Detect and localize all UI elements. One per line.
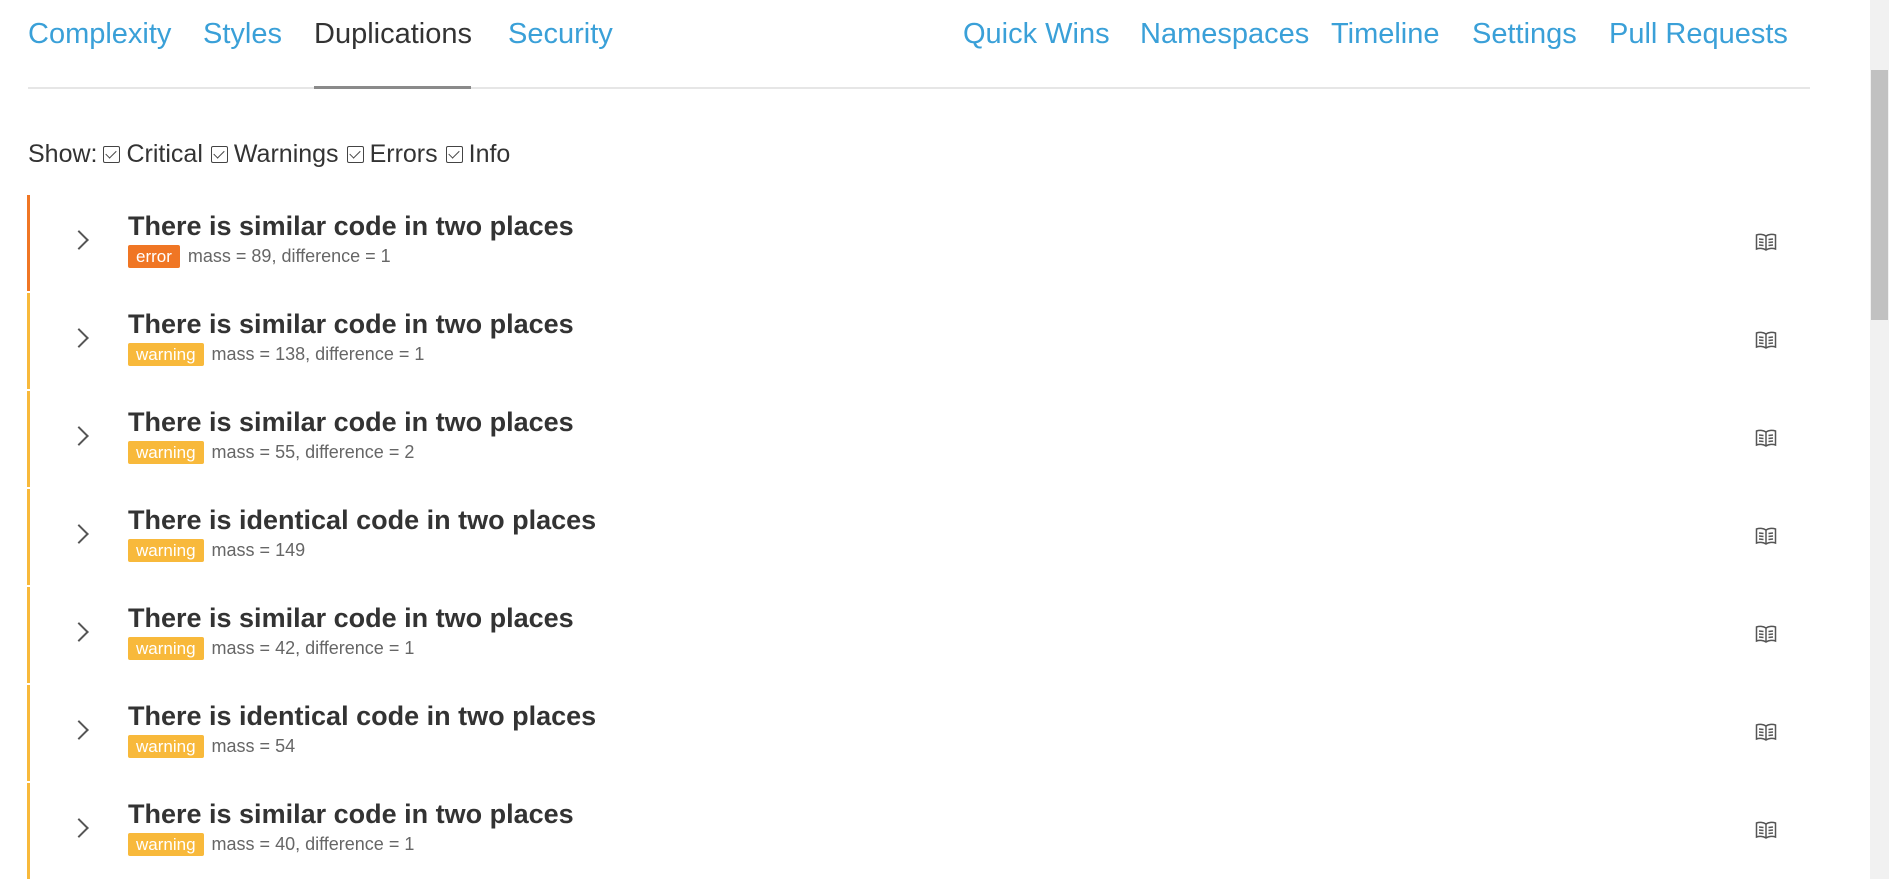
issue-row[interactable]: There is similar code in two places warni… — [27, 783, 1810, 879]
severity-badge: warning — [128, 833, 204, 856]
tab-namespaces[interactable]: Namespaces — [1140, 16, 1309, 52]
issue-metrics: mass = 54 — [211, 736, 296, 756]
issue-title[interactable]: There is similar code in two places — [128, 405, 574, 439]
issue-row[interactable]: There is similar code in two places warni… — [27, 391, 1810, 487]
issue-meta: warning mass = 42, difference = 1 — [128, 637, 414, 660]
duplications-page: Complexity Styles Duplications Security … — [0, 0, 1889, 879]
filter-info-label: Info — [468, 140, 511, 168]
book-icon[interactable] — [1755, 232, 1777, 252]
issue-title[interactable]: There is identical code in two places — [128, 503, 596, 537]
severity-badge: error — [128, 245, 180, 268]
filter-warnings-label: Warnings — [233, 140, 339, 168]
issue-row[interactable]: There is similar code in two places error… — [27, 195, 1810, 291]
chevron-right-icon[interactable] — [69, 426, 89, 446]
issue-meta: warning mass = 40, difference = 1 — [128, 833, 414, 856]
issue-meta: error mass = 89, difference = 1 — [128, 245, 391, 268]
issue-row[interactable]: There is identical code in two places war… — [27, 685, 1810, 781]
chevron-right-icon[interactable] — [69, 720, 89, 740]
checkbox-icon[interactable] — [346, 145, 364, 163]
issue-metrics: mass = 149 — [211, 540, 306, 560]
issue-title[interactable]: There is similar code in two places — [128, 209, 574, 243]
issue-metrics: mass = 40, difference = 1 — [211, 834, 415, 854]
tab-quick-wins[interactable]: Quick Wins — [963, 16, 1110, 52]
issue-title[interactable]: There is identical code in two places — [128, 699, 596, 733]
issue-metrics: mass = 89, difference = 1 — [187, 246, 391, 266]
checkbox-icon[interactable] — [445, 145, 463, 163]
book-icon[interactable] — [1755, 624, 1777, 644]
filter-label: Show: — [28, 140, 98, 168]
book-icon[interactable] — [1755, 428, 1777, 448]
filter-info[interactable]: Info — [445, 136, 511, 172]
tab-settings[interactable]: Settings — [1472, 16, 1577, 52]
scrollbar-thumb[interactable] — [1871, 70, 1888, 320]
severity-badge: warning — [128, 735, 204, 758]
tab-security[interactable]: Security — [508, 16, 613, 52]
issue-title[interactable]: There is similar code in two places — [128, 797, 574, 831]
issue-metrics: mass = 42, difference = 1 — [211, 638, 415, 658]
issue-meta: warning mass = 149 — [128, 539, 305, 562]
chevron-right-icon[interactable] — [69, 230, 89, 250]
issue-metrics: mass = 55, difference = 2 — [211, 442, 415, 462]
issue-title[interactable]: There is similar code in two places — [128, 307, 574, 341]
severity-badge: warning — [128, 441, 204, 464]
tab-pull-requests[interactable]: Pull Requests — [1609, 16, 1788, 52]
chevron-right-icon[interactable] — [69, 328, 89, 348]
issue-title[interactable]: There is similar code in two places — [128, 601, 574, 635]
issue-list: There is similar code in two places error… — [27, 195, 1810, 879]
tab-timeline[interactable]: Timeline — [1331, 16, 1440, 52]
filter-errors-label: Errors — [369, 140, 438, 168]
severity-badge: warning — [128, 343, 204, 366]
issue-meta: warning mass = 138, difference = 1 — [128, 343, 424, 366]
book-icon[interactable] — [1755, 722, 1777, 742]
checkbox-icon[interactable] — [103, 145, 121, 163]
severity-badge: warning — [128, 539, 204, 562]
filter-critical-label: Critical — [126, 140, 203, 168]
chevron-right-icon[interactable] — [69, 818, 89, 838]
filter-warnings[interactable]: Warnings — [210, 136, 339, 172]
issue-row[interactable]: There is identical code in two places war… — [27, 489, 1810, 585]
book-icon[interactable] — [1755, 526, 1777, 546]
filter-critical[interactable]: Critical — [103, 136, 203, 172]
tab-bar: Complexity Styles Duplications Security … — [28, 0, 1810, 89]
issue-row[interactable]: There is similar code in two places warni… — [27, 587, 1810, 683]
filter-errors[interactable]: Errors — [346, 136, 438, 172]
tab-styles[interactable]: Styles — [203, 16, 282, 52]
tab-complexity[interactable]: Complexity — [28, 16, 171, 52]
chevron-right-icon[interactable] — [69, 524, 89, 544]
severity-badge: warning — [128, 637, 204, 660]
chevron-right-icon[interactable] — [69, 622, 89, 642]
checkbox-icon[interactable] — [210, 145, 228, 163]
severity-filter: Show: Critical Warnings Errors Info — [28, 136, 518, 172]
issue-metrics: mass = 138, difference = 1 — [211, 344, 425, 364]
book-icon[interactable] — [1755, 330, 1777, 350]
tab-duplications[interactable]: Duplications — [314, 16, 472, 52]
issue-row[interactable]: There is similar code in two places warni… — [27, 293, 1810, 389]
issue-meta: warning mass = 54 — [128, 735, 295, 758]
active-tab-indicator — [314, 86, 471, 89]
issue-meta: warning mass = 55, difference = 2 — [128, 441, 414, 464]
book-icon[interactable] — [1755, 820, 1777, 840]
vertical-scrollbar[interactable] — [1870, 0, 1889, 879]
